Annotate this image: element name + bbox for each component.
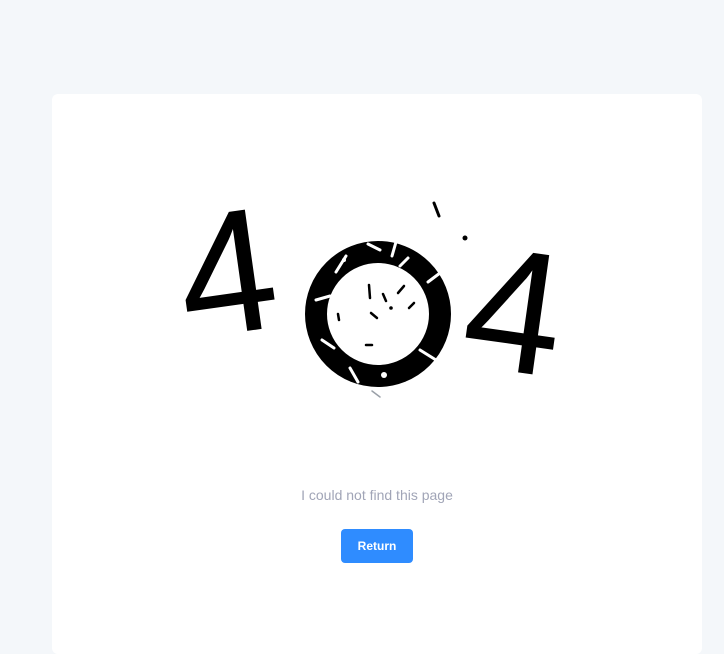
digit-four-right-text: 4	[453, 208, 577, 415]
error-404-illustration: 4 4	[165, 170, 577, 415]
error-message: I could not find this page	[301, 487, 453, 503]
digit-four-left: 4	[165, 170, 289, 377]
digit-four-left-text: 4	[165, 170, 289, 377]
return-button[interactable]: Return	[341, 529, 413, 563]
digit-four-right: 4	[453, 208, 577, 415]
broken-zero-icon	[305, 201, 468, 398]
